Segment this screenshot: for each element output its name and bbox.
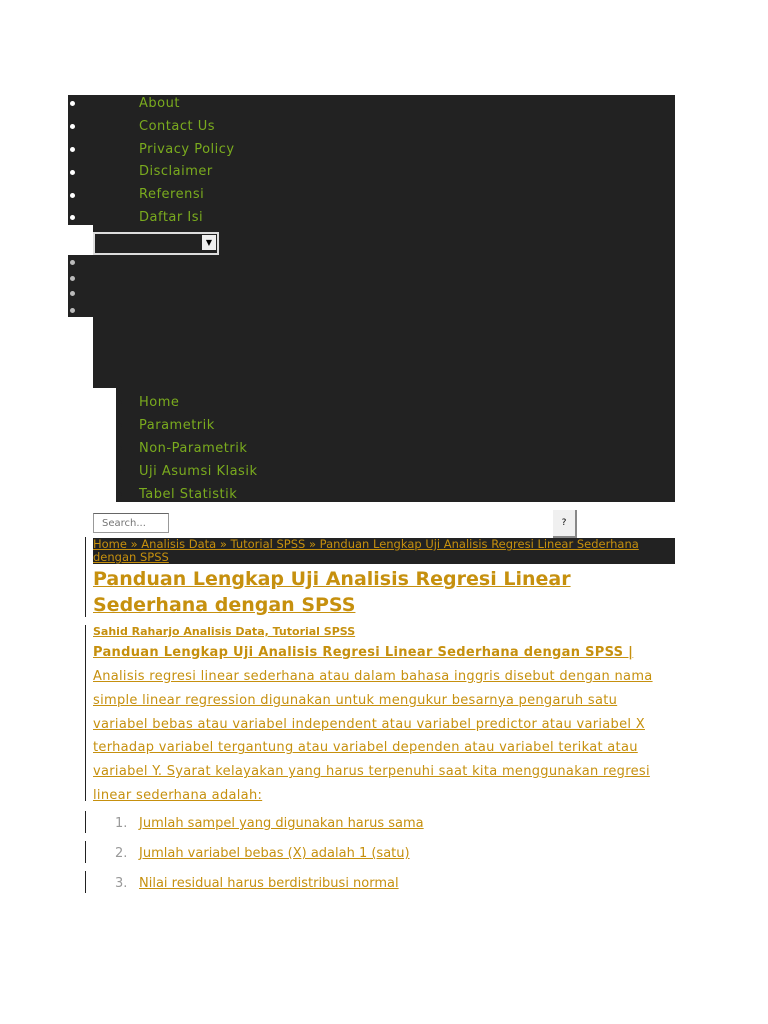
bullet-icon (70, 193, 75, 198)
bullet-icon (117, 446, 122, 451)
bullet-icon (70, 260, 75, 265)
list-text[interactable]: Jumlah sampel yang digunakan harus sama (139, 816, 424, 831)
post-body: Analisis regresi linear sederhana atau d… (93, 669, 653, 803)
bullet-icon (70, 124, 75, 129)
nav-contact[interactable]: Contact Us (139, 119, 215, 134)
nav-privacy[interactable]: Privacy Policy (139, 142, 235, 157)
category-select[interactable]: ▼ (93, 232, 219, 255)
search-input[interactable] (93, 513, 169, 533)
top-nav-bg (68, 95, 675, 225)
divider (85, 841, 86, 863)
bullet-icon (117, 492, 122, 497)
bullet-icon (70, 308, 75, 313)
post-meta[interactable]: Sahid Raharjo Analisis Data, Tutorial SP… (93, 625, 355, 638)
bullet-icon (70, 147, 75, 152)
list-number: 2. (115, 846, 128, 861)
list-item: 2. Jumlah variabel bebas (X) adalah 1 (sa… (115, 846, 410, 861)
bullet-icon (117, 400, 122, 405)
nav-uji-asumsi[interactable]: Uji Asumsi Klasik (139, 464, 257, 479)
divider (85, 537, 86, 617)
list-item: 1. Jumlah sampel yang digunakan harus sam… (115, 816, 424, 831)
search-button[interactable]: ? (553, 510, 577, 538)
bullet-icon (70, 215, 75, 220)
bullet-icon (70, 276, 75, 281)
list-item: 3. Nilai residual harus berdistribusi nor… (115, 876, 399, 891)
divider (85, 811, 86, 833)
bullet-icon (117, 469, 122, 474)
bullet-icon (70, 170, 75, 175)
list-number: 3. (115, 876, 128, 891)
list-number: 1. (115, 816, 128, 831)
divider (85, 625, 86, 801)
bullet-icon (70, 101, 75, 106)
list-text[interactable]: Jumlah variabel bebas (X) adalah 1 (satu… (139, 846, 410, 861)
divider (85, 871, 86, 893)
nav-about[interactable]: About (139, 96, 180, 111)
post-title[interactable]: Panduan Lengkap Uji Analisis Regresi Lin… (93, 566, 653, 618)
chevron-down-icon: ▼ (202, 235, 216, 250)
bullet-icon (117, 423, 122, 428)
nav-tabel[interactable]: Tabel Statistik (139, 487, 237, 502)
list-text[interactable]: Nilai residual harus berdistribusi norma… (139, 876, 399, 891)
nav-referensi[interactable]: Referensi (139, 187, 204, 202)
post-lead[interactable]: Panduan Lengkap Uji Analisis Regresi Lin… (93, 645, 633, 660)
breadcrumb: Home » Analisis Data » Tutorial SPSS » P… (93, 538, 675, 564)
nav-home[interactable]: Home (139, 395, 179, 410)
bullet-icon (70, 291, 75, 296)
nav-daftar-isi[interactable]: Daftar Isi (139, 210, 203, 225)
nav-parametrik[interactable]: Parametrik (139, 418, 215, 433)
nav-non-parametrik[interactable]: Non-Parametrik (139, 441, 247, 456)
nav-disclaimer[interactable]: Disclaimer (139, 164, 213, 179)
